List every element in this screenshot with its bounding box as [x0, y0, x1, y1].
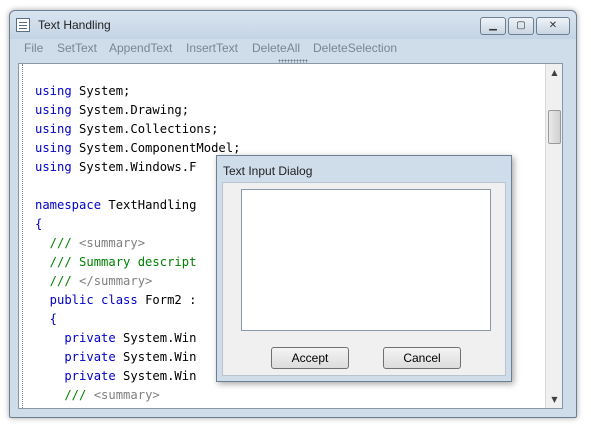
code-token: <summary>	[86, 388, 160, 402]
code-token: using	[35, 141, 72, 155]
code-token: System.Drawing;	[71, 103, 190, 117]
text-input-dialog: Text Input Dialog Accept Cancel	[216, 155, 512, 382]
scroll-down-icon[interactable]: ▼	[546, 391, 562, 408]
app-icon[interactable]	[16, 18, 30, 32]
code-line: using System.Windows.F	[35, 158, 240, 177]
code-token: System.ComponentModel;	[71, 141, 241, 155]
menu-bar: File SetText AppendText InsertText Delet…	[15, 39, 571, 59]
code-line: using System.ComponentModel;	[35, 139, 240, 158]
menu-settext[interactable]: SetText	[57, 41, 97, 55]
code-token: </summary>	[71, 274, 153, 288]
code-line: private System.Win	[35, 348, 240, 367]
code-token: private	[35, 350, 116, 364]
code-line: {	[35, 215, 240, 234]
code-line: /// <summary>	[35, 386, 240, 405]
dialog-title: Text Input Dialog	[223, 164, 313, 178]
code-token: System.Collections;	[71, 122, 219, 136]
code-line: /// </summary>	[35, 272, 240, 291]
code-line: /// Summary descript	[35, 253, 240, 272]
menu-inserttext[interactable]: InsertText	[186, 41, 238, 55]
code-token: public class	[35, 293, 138, 307]
code-token: System;	[71, 84, 131, 98]
code-token: Form2 :	[137, 293, 197, 307]
dialog-text-input[interactable]	[241, 189, 491, 331]
scroll-up-icon[interactable]: ▲	[546, 64, 562, 81]
code-line: using System;	[35, 82, 240, 101]
window-title: Text Handling	[38, 18, 111, 32]
menu-appendtext[interactable]: AppendText	[109, 41, 172, 55]
code-token: System.Win	[115, 369, 197, 383]
menu-deleteall[interactable]: DeleteAll	[252, 41, 300, 55]
scroll-thumb[interactable]	[548, 110, 561, 144]
code-token: System.Win	[115, 331, 197, 345]
code-line: private System.Win	[35, 367, 240, 386]
code-line: private System.Win	[35, 329, 240, 348]
close-button[interactable]: ✕	[536, 17, 570, 35]
code-line: {	[35, 310, 240, 329]
code-line: namespace TextHandling	[35, 196, 240, 215]
code-token: ///	[35, 274, 72, 288]
code-token: using	[35, 103, 72, 117]
code-line: using System.Collections;	[35, 120, 240, 139]
code-token: <summary>	[71, 236, 146, 250]
code-token: using	[35, 122, 72, 136]
code-token: TextHandling	[101, 198, 197, 212]
code-token: {	[35, 312, 58, 326]
code-token: ///	[35, 236, 72, 250]
code-text[interactable]: using System; using System.Drawing; using …	[35, 82, 240, 405]
code-token: using	[35, 160, 72, 174]
code-token: namespace	[35, 198, 102, 212]
code-line: /// <summary>	[35, 234, 240, 253]
minimize-button[interactable]: ▁	[480, 17, 506, 35]
accept-button[interactable]: Accept	[271, 347, 349, 369]
code-token: /// Summary descript	[35, 255, 197, 269]
code-line: public class Form2 :	[35, 291, 240, 310]
code-token: System.Win	[115, 350, 197, 364]
code-token: ///	[35, 388, 87, 402]
maximize-button[interactable]: ▢	[508, 17, 534, 35]
code-token: System.Windows.F	[71, 160, 197, 174]
code-token: private	[35, 369, 116, 383]
menu-file[interactable]: File	[24, 41, 43, 55]
cancel-button[interactable]: Cancel	[383, 347, 461, 369]
editor-gutter	[19, 64, 23, 408]
vertical-scrollbar[interactable]: ▲ ▼	[545, 64, 562, 408]
code-token: using	[35, 84, 72, 98]
title-bar[interactable]: Text Handling ▁ ▢ ✕	[10, 11, 576, 39]
menu-deleteselection[interactable]: DeleteSelection	[313, 41, 397, 55]
code-token: private	[35, 331, 116, 345]
dialog-body: Accept Cancel	[222, 182, 506, 376]
code-line: using System.Drawing;	[35, 101, 240, 120]
code-token: {	[35, 217, 43, 231]
